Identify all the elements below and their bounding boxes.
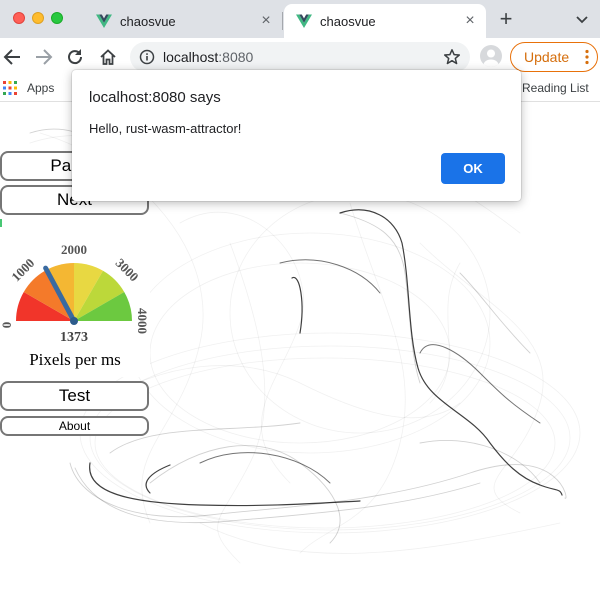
vue-logo-icon bbox=[96, 14, 112, 28]
pixels-per-ms-gauge: 0 1000 2000 3000 4000 1373 Pixels per ms bbox=[0, 233, 150, 377]
apps-bookmark[interactable]: Apps bbox=[27, 81, 54, 95]
url-port: :8080 bbox=[218, 49, 254, 65]
gauge-hub bbox=[70, 317, 78, 325]
status-indicator bbox=[0, 219, 2, 227]
tab-title: chaosvue bbox=[320, 13, 376, 29]
tab-chaosvue-2[interactable]: chaosvue × bbox=[284, 4, 486, 38]
gauge-value-label: 1373 bbox=[60, 330, 88, 343]
info-icon[interactable] bbox=[139, 49, 155, 65]
gauge-caption: Pixels per ms bbox=[29, 350, 121, 369]
home-icon[interactable] bbox=[97, 46, 119, 68]
ok-button[interactable]: OK bbox=[441, 153, 505, 184]
minimize-window-button[interactable] bbox=[32, 12, 44, 24]
close-window-button[interactable] bbox=[13, 12, 25, 24]
reload-icon[interactable] bbox=[64, 46, 86, 68]
maximize-window-button[interactable] bbox=[51, 12, 63, 24]
alert-dialog: localhost:8080 says Hello, rust-wasm-att… bbox=[72, 70, 521, 201]
address-bar[interactable]: localhost:8080 bbox=[130, 42, 470, 72]
tab-close-icon[interactable]: × bbox=[258, 13, 274, 29]
update-button[interactable]: Update bbox=[510, 42, 598, 72]
bookmark-star-icon[interactable] bbox=[443, 48, 461, 66]
new-tab-plus-icon[interactable]: + bbox=[496, 8, 516, 30]
tab-chaosvue-1[interactable]: chaosvue × bbox=[84, 4, 282, 38]
update-label: Update bbox=[524, 49, 570, 65]
profile-avatar-icon[interactable] bbox=[480, 45, 502, 67]
vue-logo-icon bbox=[296, 14, 312, 28]
tab-strip: chaosvue × chaosvue × + bbox=[0, 0, 600, 38]
dialog-message: Hello, rust-wasm-attractor! bbox=[89, 121, 242, 136]
test-button[interactable]: Test bbox=[0, 381, 149, 411]
gauge-tick-2000: 2000 bbox=[61, 242, 87, 257]
chevron-down-icon[interactable] bbox=[574, 11, 590, 27]
gauge-tick-0: 0 bbox=[0, 322, 14, 329]
gauge-tick-3000: 3000 bbox=[113, 255, 142, 284]
dialog-title: localhost:8080 says bbox=[89, 89, 221, 106]
gauge-tick-4000: 4000 bbox=[135, 308, 150, 334]
reading-list-button[interactable]: Reading List bbox=[522, 81, 589, 95]
gauge-tick-1000: 1000 bbox=[8, 255, 37, 284]
url-text: localhost:8080 bbox=[163, 49, 253, 65]
apps-grid-icon[interactable] bbox=[3, 81, 17, 95]
forward-arrow-icon[interactable] bbox=[32, 46, 54, 68]
url-host: localhost bbox=[163, 49, 219, 65]
gauge-segments bbox=[16, 263, 132, 321]
tab-close-icon[interactable]: × bbox=[462, 13, 478, 29]
gauge-dial: 0 1000 2000 3000 4000 1373 bbox=[0, 242, 150, 345]
back-arrow-icon[interactable] bbox=[2, 46, 24, 68]
tab-separator bbox=[282, 12, 283, 30]
about-button[interactable]: About bbox=[0, 416, 149, 436]
tab-title: chaosvue bbox=[120, 13, 176, 29]
kebab-menu-icon bbox=[585, 49, 589, 65]
